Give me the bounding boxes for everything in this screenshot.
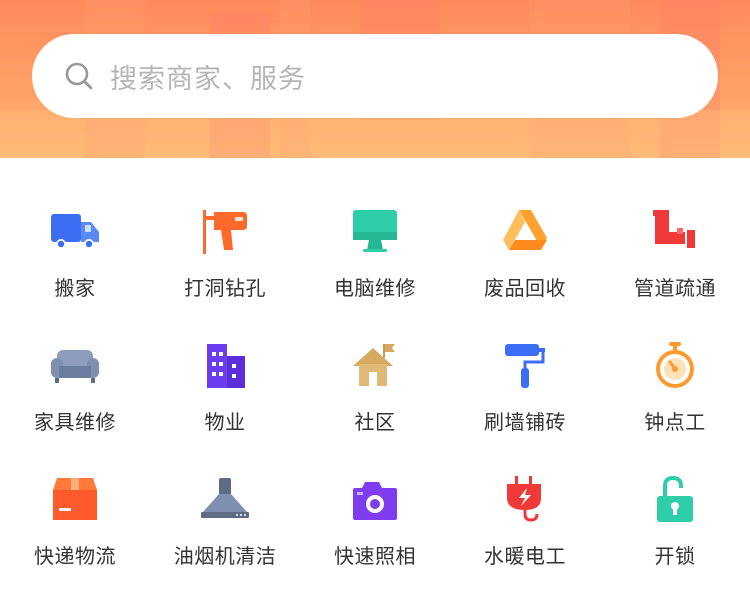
service-label: 钟点工 [644, 410, 706, 434]
page: 搜索商家、服务 搬家 打洞钻孔 电脑维修 废品回收 管道疏通 家具维修 物业 社… [0, 0, 750, 600]
building-icon [207, 344, 245, 388]
recycle-icon [503, 210, 547, 250]
service-label: 快速照相 [334, 544, 416, 568]
pipe-icon [653, 210, 695, 248]
service-item-community[interactable]: 社区 [300, 340, 450, 460]
service-item-moving[interactable]: 搬家 [0, 206, 150, 326]
service-item-furniture-repair[interactable]: 家具维修 [0, 340, 150, 460]
service-label: 搬家 [54, 276, 96, 300]
service-label: 开锁 [654, 544, 696, 568]
service-label: 物业 [204, 410, 246, 434]
service-item-recycling[interactable]: 废品回收 [450, 206, 600, 326]
service-label: 电脑维修 [334, 276, 416, 300]
service-item-pipe-dredging[interactable]: 管道疏通 [600, 206, 750, 326]
drill-icon [203, 210, 247, 254]
service-label: 社区 [354, 410, 396, 434]
service-item-express[interactable]: 快递物流 [0, 474, 150, 594]
header-banner: 搜索商家、服务 [0, 0, 750, 158]
service-label: 快递物流 [34, 544, 116, 568]
search-input[interactable]: 搜索商家、服务 [32, 34, 718, 118]
monitor-icon [353, 210, 397, 252]
house-flag-icon [353, 344, 395, 386]
package-icon [53, 478, 97, 520]
search-placeholder: 搜索商家、服务 [110, 63, 306, 95]
service-item-property[interactable]: 物业 [150, 340, 300, 460]
service-item-range-hood[interactable]: 油烟机清洁 [150, 474, 300, 594]
range-hood-icon [201, 478, 249, 518]
service-label: 废品回收 [484, 276, 566, 300]
plug-icon [507, 476, 541, 522]
service-grid: 搬家 打洞钻孔 电脑维修 废品回收 管道疏通 家具维修 物业 社区 刷墙铺砖 钟… [0, 158, 750, 600]
service-item-unlock[interactable]: 开锁 [600, 474, 750, 594]
camera-icon [353, 482, 397, 520]
service-label: 打洞钻孔 [184, 276, 266, 300]
service-item-hourly-worker[interactable]: 钟点工 [600, 340, 750, 460]
service-label: 家具维修 [34, 410, 116, 434]
service-item-computer-repair[interactable]: 电脑维修 [300, 206, 450, 326]
service-label: 刷墙铺砖 [484, 410, 566, 434]
service-item-plumbing-electric[interactable]: 水暖电工 [450, 474, 600, 594]
unlock-icon [657, 475, 693, 522]
paint-roller-icon [505, 344, 545, 388]
truck-icon [51, 214, 99, 249]
search-icon [65, 62, 93, 90]
service-label: 水暖电工 [484, 544, 566, 568]
service-item-drilling[interactable]: 打洞钻孔 [150, 206, 300, 326]
service-item-wall-tile[interactable]: 刷墙铺砖 [450, 340, 600, 460]
stopwatch-icon [656, 342, 694, 388]
service-item-photo[interactable]: 快速照相 [300, 474, 450, 594]
service-label: 油烟机清洁 [173, 544, 277, 568]
sofa-icon [51, 350, 99, 383]
service-label: 管道疏通 [634, 276, 716, 300]
